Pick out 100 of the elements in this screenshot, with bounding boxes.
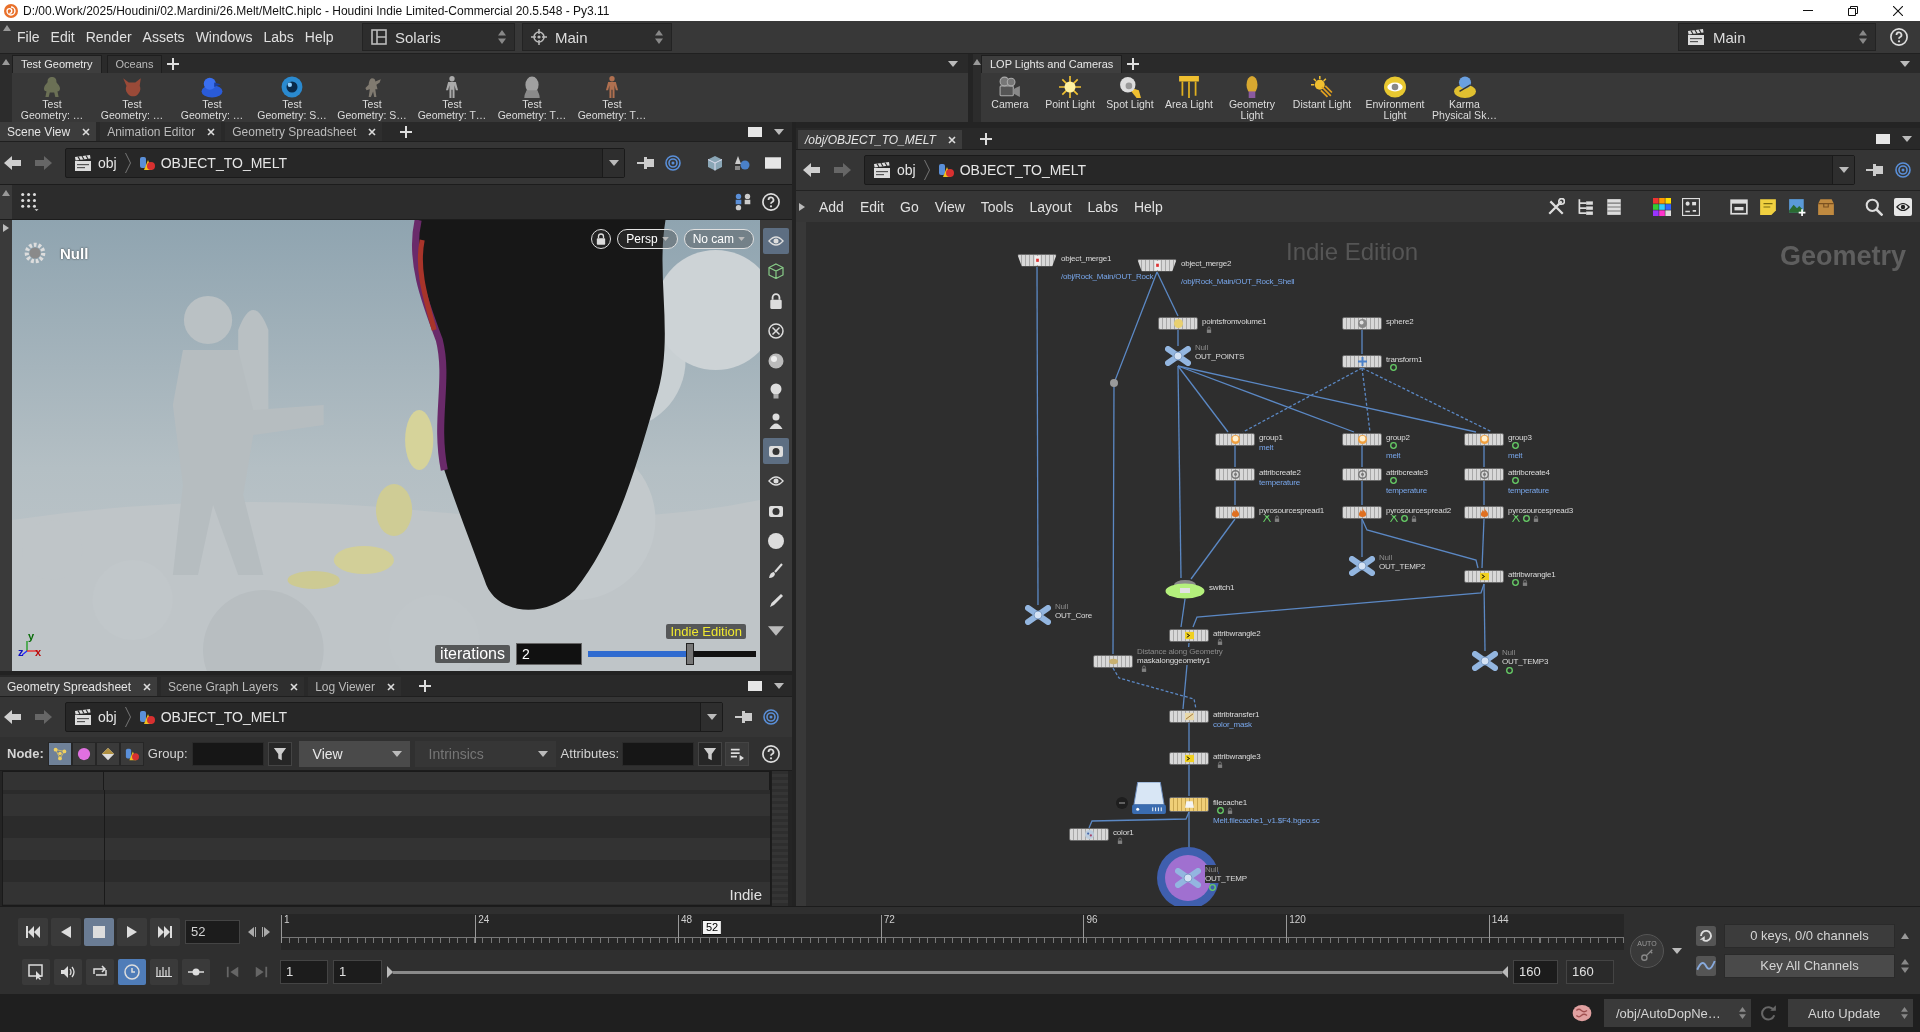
step-back-icon[interactable] [248,927,256,937]
collapse-arrow-icon[interactable] [3,25,11,31]
network-node[interactable] [1169,628,1209,642]
path-field[interactable]: obj OBJECT_TO_MELT [65,702,723,732]
previous-key-icon[interactable] [226,965,240,979]
shape-grid-icon[interactable] [1682,197,1700,216]
network-node[interactable] [1342,505,1382,519]
network-editor[interactable] [806,222,1920,906]
caret-down-icon[interactable] [774,128,784,135]
range-end-field[interactable]: 160 [1513,960,1558,984]
playbar-option-button[interactable] [86,959,114,985]
context-selector[interactable]: Main [522,23,672,51]
collapse-arrow-icon[interactable] [2,59,10,65]
maximize-square-icon[interactable] [1876,133,1890,144]
network-node[interactable] [1169,709,1209,723]
start-frame-field[interactable]: 1 [280,960,328,984]
shapes-icon[interactable] [734,155,750,171]
pane-tab[interactable]: Log Viewer [308,677,401,696]
back-arrow-icon[interactable] [803,162,821,178]
network-node[interactable] [1169,751,1209,765]
menu-item[interactable]: Labs [263,29,294,45]
shelf-tool[interactable]: Test Geometry: S… [332,76,412,121]
group-field[interactable] [191,741,264,766]
pane-tab[interactable]: Scene Graph Layers [161,677,305,696]
shelf-tool[interactable]: Geometry Light [1219,76,1285,121]
menu-item[interactable]: Help [304,29,334,45]
path-segment[interactable]: OBJECT_TO_MELT [959,162,1086,178]
network-node[interactable] [1165,346,1191,366]
transport-button[interactable] [18,918,48,946]
menu-item[interactable]: Add [819,198,844,215]
menu-item[interactable]: Labs [1087,198,1118,215]
menu-item[interactable]: Edit [50,29,75,45]
next-key-icon[interactable] [254,965,268,979]
filter-button[interactable] [698,741,723,766]
expand-arrow-icon[interactable] [3,224,9,232]
maximize-square-icon[interactable] [765,156,781,170]
dropdown[interactable]: View [298,740,410,767]
plus-icon[interactable] [979,132,992,145]
path-segment[interactable]: obj [897,162,916,178]
expand-arrow-icon[interactable] [799,202,805,211]
playhead[interactable]: 52 [701,920,723,935]
update-mode-dropdown[interactable]: Auto Update [1788,999,1913,1027]
view-dropdown[interactable]: Persp [617,229,678,249]
menu-item[interactable]: View [934,198,965,215]
shelf-tool[interactable]: Point Light [1039,76,1101,110]
shelf-tool[interactable]: Test Geometry: T… [492,76,572,121]
caret-down-icon[interactable] [948,60,958,67]
network-box-icon[interactable] [1730,197,1748,216]
playbar-option-button[interactable] [22,959,50,985]
network-node[interactable] [1215,432,1255,446]
shelf-tool[interactable]: Area Light [1159,76,1219,110]
attributes-field[interactable] [622,741,695,766]
network-node[interactable] [1215,467,1255,481]
menu-item[interactable]: Go [900,198,919,215]
pane-tab[interactable]: Geometry Spreadsheet [0,677,158,696]
attribute-class-button[interactable] [47,741,72,766]
path-segment[interactable]: obj [98,155,117,171]
pane-tab[interactable]: Geometry Spreadsheet [225,122,383,141]
plus-icon[interactable] [418,679,431,692]
network-node[interactable] [1093,654,1133,668]
network-node[interactable] [1215,505,1255,519]
target-icon[interactable] [763,709,779,725]
shelf-tool[interactable]: Environment Light [1359,76,1431,121]
network-node[interactable] [1158,316,1198,330]
range-handle-icon[interactable] [387,966,393,978]
plus-icon[interactable] [167,57,180,70]
frame-field[interactable]: 52 [185,920,240,944]
network-node[interactable] [1025,605,1051,625]
target-icon[interactable] [665,155,681,171]
network-node[interactable] [1342,316,1382,330]
search-icon[interactable] [1865,197,1883,216]
menu-item[interactable]: Render [85,29,132,45]
shelf-tool[interactable]: Karma Physical Sk… [1431,76,1498,121]
playbar-option-button[interactable] [54,959,82,985]
network-node[interactable] [1017,253,1057,267]
end-frame-field[interactable]: 160 [1566,960,1614,984]
network-node[interactable] [1472,651,1498,671]
dropdown-button[interactable] [700,703,722,731]
playbar-option-button[interactable] [150,959,178,985]
curve-graph-icon[interactable] [1696,955,1716,976]
range-start-field[interactable]: 1 [333,960,382,984]
cube-icon[interactable] [707,155,723,171]
shelf-tab[interactable]: Test Geometry [12,55,102,73]
scrollbar[interactable] [771,771,788,906]
people-icon[interactable] [734,193,752,211]
shelf-tool[interactable]: Test Geometry: T… [572,76,652,121]
collapse-arrow-icon[interactable] [1901,932,1909,939]
caret-down-icon[interactable] [774,682,784,689]
network-node[interactable] [1175,868,1201,888]
path-segment[interactable]: obj [98,709,117,725]
transport-button[interactable] [51,918,81,946]
range-handle-icon[interactable] [1502,966,1508,978]
path-segment[interactable]: OBJECT_TO_MELT [160,155,287,171]
filter-button[interactable] [267,741,292,766]
shelf-tool[interactable]: Camera [981,76,1039,110]
plus-icon[interactable] [400,125,413,138]
help-icon[interactable] [762,744,780,763]
shelf-tool[interactable]: Test Geometry: … [12,76,92,121]
caret-down-icon[interactable] [1672,947,1682,954]
caret-down-icon[interactable] [1902,135,1912,142]
